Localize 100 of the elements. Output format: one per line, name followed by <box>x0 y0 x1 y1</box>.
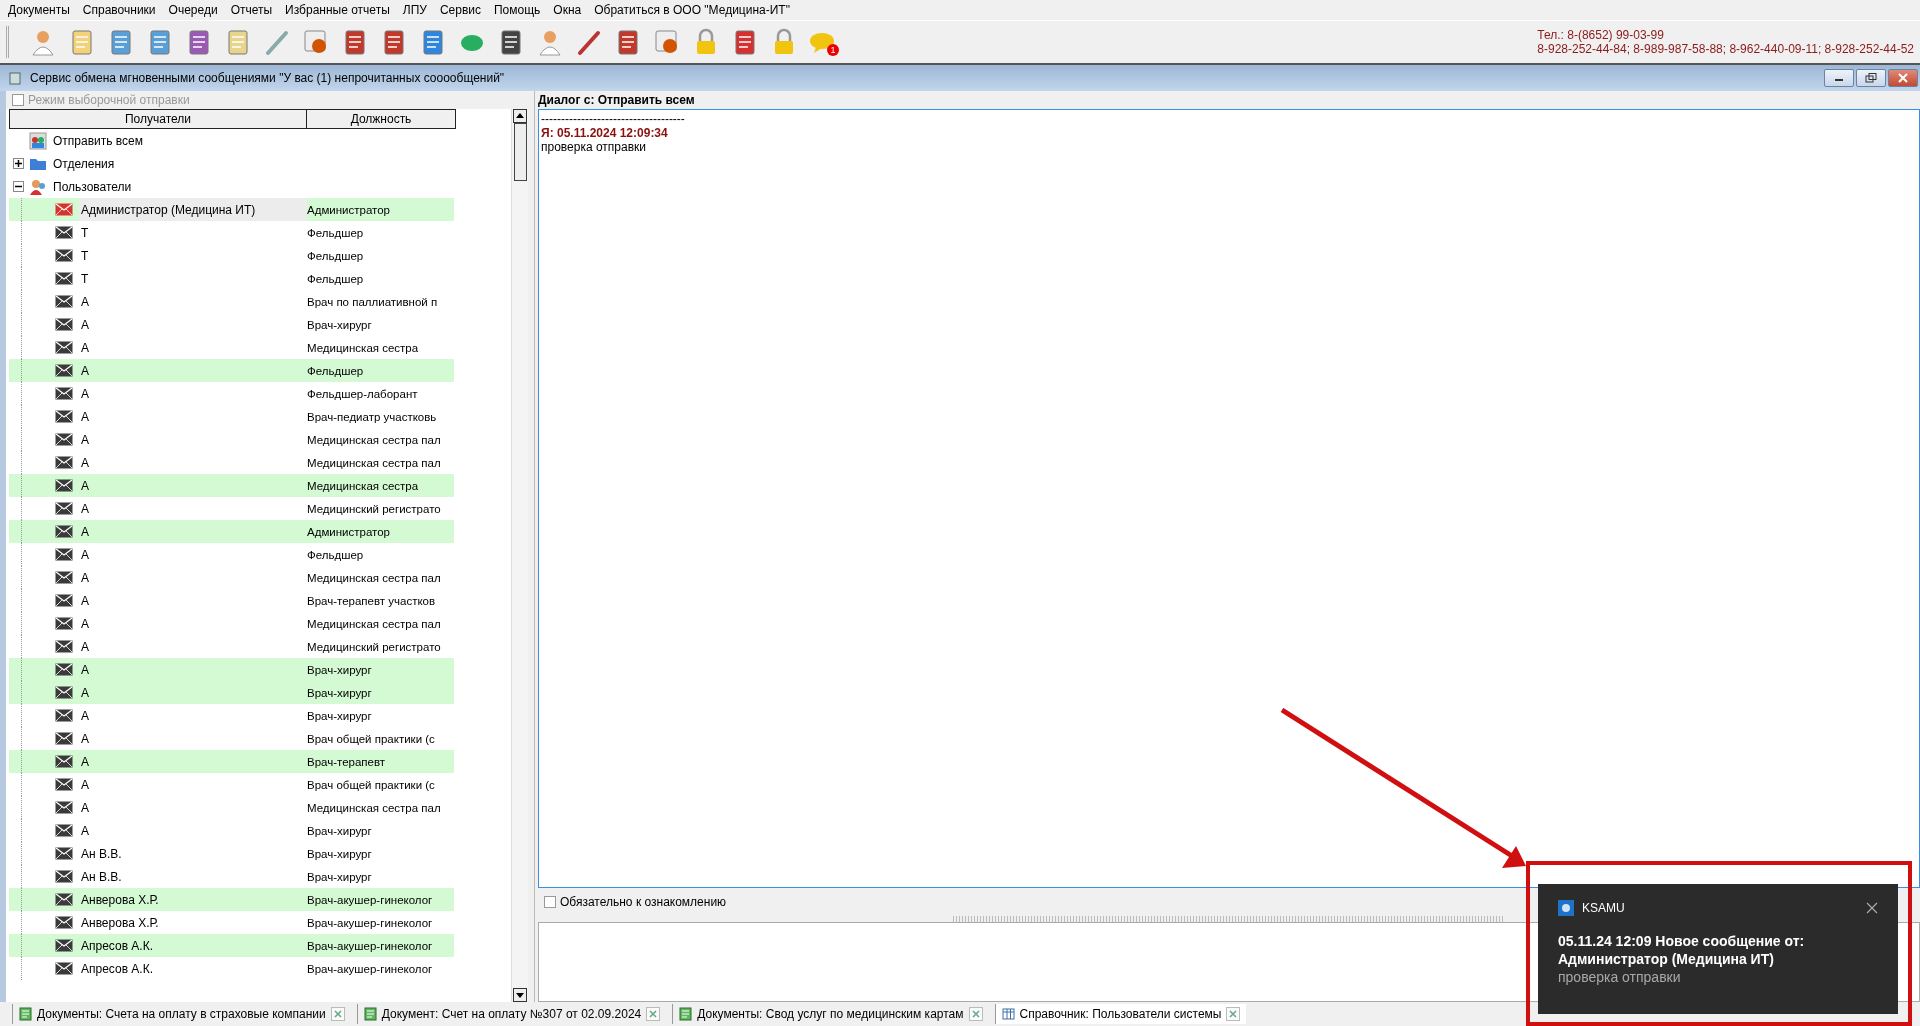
close-tab-icon[interactable] <box>968 1007 983 1021</box>
recipient-name[interactable]: Ан В.В. <box>79 865 307 888</box>
document-tab[interactable]: Документы: Счета на оплату в страховые компании <box>12 1004 351 1024</box>
recipient-position: Врач общей практики (с <box>307 732 436 745</box>
recipient-name[interactable]: А <box>79 704 307 727</box>
recipient-position: Фельдшер <box>307 272 365 285</box>
close-icon[interactable] <box>1866 902 1878 914</box>
menu-item[interactable]: Помощь <box>494 3 541 17</box>
scroll-thumb[interactable] <box>513 123 527 181</box>
recipient-position: Врач-акушер-гинеколог <box>307 939 434 952</box>
recipient-name[interactable]: А <box>79 727 307 750</box>
recipient-position: Фельдшер <box>307 364 365 377</box>
people-group-icon <box>29 131 47 150</box>
recipient-name[interactable]: Т <box>79 221 307 244</box>
recipient-name[interactable]: Апресов А.К. <box>79 934 307 957</box>
recipient-name[interactable]: А <box>79 658 307 681</box>
splitter-handle[interactable] <box>952 916 1506 922</box>
recipient-name[interactable]: А <box>79 681 307 704</box>
tab-label[interactable]: Документы: Счета на оплату в страховые компании <box>37 1007 326 1021</box>
close-tab-icon[interactable] <box>330 1007 345 1021</box>
message-author: Я: 05.11.2024 12:09:34 <box>541 126 669 140</box>
recipient-name[interactable]: А <box>79 543 307 566</box>
restore-button[interactable] <box>1856 69 1886 87</box>
recipient-name[interactable]: А <box>79 359 307 382</box>
recipient-position: Врач-хирург <box>307 847 373 860</box>
recipient-name[interactable]: А <box>79 290 307 313</box>
tab-label[interactable]: Документы: Свод услуг по медицинским картам <box>697 1007 964 1021</box>
collapse-icon[interactable] <box>13 181 24 192</box>
tree-node[interactable]: Пользователи <box>51 179 132 194</box>
menu-item[interactable]: Сервис <box>439 3 481 17</box>
menu-item[interactable]: Отчеты <box>230 3 273 17</box>
recipient-position: Врач-акушер-гинеколог <box>307 916 434 929</box>
recipient-name[interactable]: Ан В.В. <box>79 842 307 865</box>
column-header[interactable]: Получатели <box>9 109 307 129</box>
recipient-position: Врач-акушер-гинеколог <box>307 962 434 975</box>
recipient-name[interactable]: Анверова Х.Р. <box>79 911 307 934</box>
recipient-position: Медицинская сестра пал <box>307 801 442 814</box>
menu-item[interactable]: Окна <box>553 3 582 17</box>
tab-label[interactable]: Справочник: Пользователи системы <box>1019 1007 1222 1021</box>
document-tab[interactable]: Документ: Счет на оплату №307 от 02.09.2024 <box>356 1004 667 1024</box>
document-tab[interactable]: Документы: Свод услуг по медицинским картам <box>672 1004 989 1024</box>
recipient-name[interactable]: Т <box>79 267 307 290</box>
notification-toast[interactable]: KSAMU 05.11.24 12:09 Новое сообщение от: Администратор (Медицина ИТ) проверка отправки <box>1538 884 1898 1014</box>
menu-item[interactable]: ЛПУ <box>402 3 427 17</box>
recipient-name[interactable]: А <box>79 382 307 405</box>
recipient-name[interactable]: А <box>79 497 307 520</box>
recipient-name[interactable]: Администратор (Медицина ИТ) <box>79 198 307 221</box>
scroll-bar[interactable] <box>511 109 528 1002</box>
tab-label[interactable]: Документ: Счет на оплату №307 от 02.09.2024 <box>381 1007 642 1021</box>
scroll-up-icon[interactable] <box>513 109 527 123</box>
recipient-position: Врач-хирург <box>307 318 373 331</box>
tree-node[interactable]: Отправить всем <box>51 133 143 148</box>
recipient-position: Врач-терапевт участков <box>307 594 437 607</box>
menu-item[interactable]: Документы <box>8 3 70 17</box>
recipient-position: Фельдшер <box>307 226 365 239</box>
recipient-name[interactable]: А <box>79 336 307 359</box>
close-tab-icon[interactable] <box>1226 1007 1241 1021</box>
column-header[interactable]: Должность <box>307 109 456 129</box>
recipient-name[interactable]: А <box>79 612 307 635</box>
recipient-position: Медицинская сестра пал <box>307 571 442 584</box>
recipient-name[interactable]: Апресов А.К. <box>79 957 307 980</box>
minimize-button[interactable] <box>1824 69 1854 87</box>
menu-item[interactable]: Справочники <box>82 3 156 17</box>
recipient-position: Медицинская сестра пал <box>307 433 442 446</box>
recipient-name[interactable]: А <box>79 313 307 336</box>
recipient-name[interactable]: А <box>79 819 307 842</box>
expand-icon[interactable] <box>13 158 24 169</box>
recipient-name[interactable]: А <box>79 520 307 543</box>
close-icon <box>1897 73 1909 83</box>
menu-item[interactable]: Избранные отчеты <box>285 3 390 17</box>
recipient-name[interactable]: А <box>79 474 307 497</box>
notification-app-name: KSAMU <box>1582 901 1626 915</box>
recipient-position: Медицинский регистрато <box>307 502 442 515</box>
recipient-name[interactable]: А <box>79 451 307 474</box>
recipient-name[interactable]: А <box>79 589 307 612</box>
recipient-position: Медицинская сестра пал <box>307 456 442 469</box>
document-tab[interactable]: Справочник: Пользователи системы <box>994 1004 1247 1024</box>
recipient-name[interactable]: А <box>79 635 307 658</box>
recipient-name[interactable]: Т <box>79 244 307 267</box>
must-read-checkbox[interactable]: Обязательно к ознакомлению <box>538 893 727 911</box>
scroll-down-icon[interactable] <box>513 988 527 1002</box>
close-button[interactable] <box>1888 69 1918 87</box>
menu-item[interactable]: Обратиться в ООО "Медицина-ИТ" <box>594 3 790 17</box>
recipient-position: Врач общей практики (с <box>307 778 436 791</box>
table-icon <box>1001 1007 1015 1021</box>
recipient-name[interactable]: А <box>79 428 307 451</box>
menu-item[interactable]: Очереди <box>168 3 218 17</box>
recipient-name[interactable]: А <box>79 796 307 819</box>
recipient-position: Врач по паллиативной п <box>307 295 439 308</box>
recipient-name[interactable]: А <box>79 773 307 796</box>
recipient-name[interactable]: А <box>79 405 307 428</box>
recipient-position: Врач-хирург <box>307 824 373 837</box>
recipient-name[interactable]: А <box>79 750 307 773</box>
recipient-name[interactable]: А <box>79 566 307 589</box>
close-tab-icon[interactable] <box>646 1007 661 1021</box>
recipient-name[interactable]: Анверова Х.Р. <box>79 888 307 911</box>
recipient-position: Медицинский регистрато <box>307 640 442 653</box>
message-text: проверка отправки <box>541 140 648 154</box>
app-icon <box>1558 900 1574 916</box>
tree-node[interactable]: Отделения <box>51 156 115 171</box>
